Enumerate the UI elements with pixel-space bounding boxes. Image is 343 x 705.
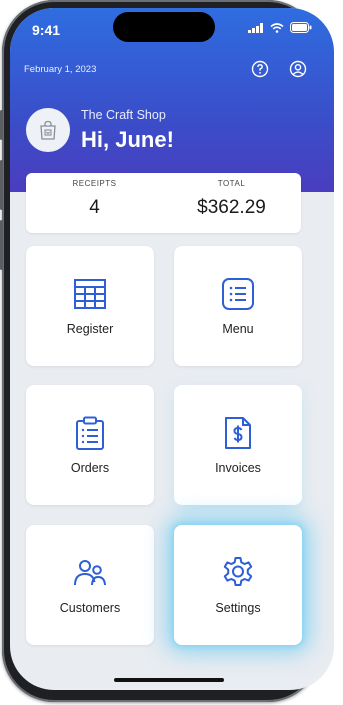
tile-settings[interactable]: Settings xyxy=(174,525,302,645)
receipts-value: 4 xyxy=(89,197,100,218)
total-value: $362.29 xyxy=(197,197,266,218)
date-label: February 1, 2023 xyxy=(24,64,97,75)
tile-label: Orders xyxy=(70,461,110,475)
tile-menu[interactable]: Menu xyxy=(174,246,302,366)
tile-label: Customers xyxy=(59,601,121,615)
tile-label: Settings xyxy=(215,601,261,615)
app-screen: 9:41 February 1, 2023 The Craft Shop Hi,… xyxy=(10,8,334,690)
wifi-icon xyxy=(270,22,284,33)
people-icon xyxy=(74,560,106,586)
volume-down-button xyxy=(0,220,3,270)
clipboard-icon xyxy=(76,416,104,450)
status-time: 9:41 xyxy=(32,22,61,38)
phone-frame: 9:41 February 1, 2023 The Craft Shop Hi,… xyxy=(0,0,334,702)
receipts-label: RECEIPTS xyxy=(72,179,117,188)
stats-card: RECEIPTS 4 TOTAL $362.29 xyxy=(26,173,301,233)
total-label: TOTAL xyxy=(217,179,246,188)
tile-invoices[interactable]: Invoices xyxy=(174,385,302,505)
home-indicator[interactable] xyxy=(114,678,224,682)
list-icon xyxy=(222,278,254,310)
tile-label: Menu xyxy=(222,322,254,336)
invoice-dollar-icon xyxy=(225,417,251,449)
mute-switch xyxy=(0,110,3,140)
gear-icon xyxy=(223,557,253,586)
greeting: Hi, June! xyxy=(81,127,174,152)
status-icons xyxy=(248,22,312,33)
shop-avatar xyxy=(26,108,70,152)
shopping-bag-icon xyxy=(40,120,56,140)
volume-up-button xyxy=(0,160,3,210)
battery-icon xyxy=(290,22,312,33)
tile-register[interactable]: Register xyxy=(26,246,154,366)
account-icon[interactable] xyxy=(289,60,307,78)
help-circle-icon[interactable] xyxy=(251,60,269,78)
tile-orders[interactable]: Orders xyxy=(26,385,154,505)
dynamic-island xyxy=(113,12,215,42)
tile-label: Register xyxy=(66,322,114,336)
signal-icon xyxy=(248,22,263,33)
shop-name: The Craft Shop xyxy=(81,108,166,122)
receipts-stat: RECEIPTS 4 xyxy=(26,179,163,219)
tile-customers[interactable]: Customers xyxy=(26,525,154,645)
total-stat: TOTAL $362.29 xyxy=(163,179,300,219)
tile-label: Invoices xyxy=(215,461,261,475)
register-grid-icon xyxy=(74,279,106,309)
